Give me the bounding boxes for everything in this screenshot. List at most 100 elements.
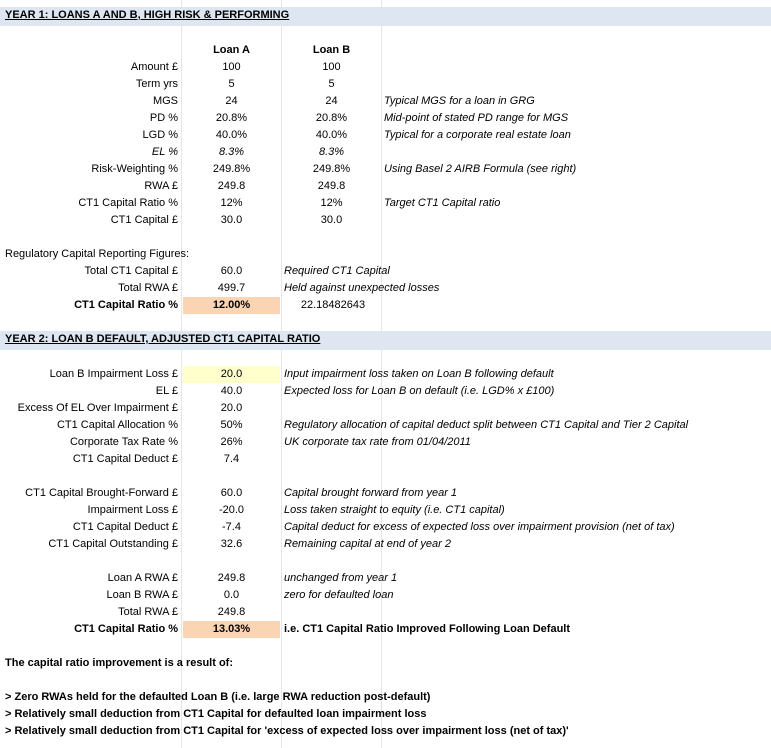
section-2-header: YEAR 2: LOAN B DEFAULT, ADJUSTED CT1 CAP… [0,331,771,350]
table-row: Term yrs 5 5 [0,76,771,93]
row-note: Loss taken straight to equity (i.e. CT1 … [284,504,505,516]
column-headers: Loan A Loan B [0,42,771,59]
row-label: EL % [151,146,178,158]
value-a: 499.7 [217,282,246,294]
value-b: 24 [325,95,338,107]
section-1-header: YEAR 1: LOANS A AND B, HIGH RISK & PERFO… [0,7,771,26]
table-row: Amount £ 100 100 [0,59,771,76]
value-a: 20.0 [220,402,243,414]
summary-heading: The capital ratio improvement is a resul… [5,657,233,669]
value-a: 8.3% [218,146,245,158]
table-row: Total RWA £ 249.8 [0,604,771,621]
value-b: 100 [322,61,341,73]
row-label: CT1 Capital Outstanding £ [48,538,178,550]
row-label: Amount £ [130,61,178,73]
value-a: 50% [220,419,243,431]
row-note: Target CT1 Capital ratio [384,197,501,209]
value-a: 249.8 [217,180,246,192]
row-note: Required CT1 Capital [284,265,390,277]
row-label: Impairment Loss £ [87,504,178,516]
value-a: 249.8 [217,572,246,584]
row-label: CT1 Capital Deduct £ [72,521,178,533]
table-row: CT1 Capital Deduct £ -7.4 Capital deduct f… [0,519,771,536]
value-a: 30.0 [220,214,243,226]
value-a: -20.0 [218,504,245,516]
col-loan-b-header: Loan B [312,44,351,56]
table-row: CT1 Capital Ratio % 12.00% 22.18482643 [0,297,771,314]
table-row: RWA £ 249.8 249.8 [0,178,771,195]
value-a: 60.0 [220,265,243,277]
row-label: CT1 Capital Ratio % [74,299,178,311]
value-b: 249.8% [312,163,351,175]
section-1-title: YEAR 1: LOANS A AND B, HIGH RISK & PERFO… [5,9,290,21]
table-row: CT1 Capital £ 30.0 30.0 [0,212,771,229]
row-note: Typical for a corporate real estate loan [384,129,571,141]
table-row: Loan B RWA £ 0.0 zero for defaulted loan [0,587,771,604]
row-note: unchanged from year 1 [284,572,398,584]
value-a: 0.0 [223,589,240,601]
row-label: CT1 Capital Allocation % [56,419,178,431]
value-a: -7.4 [222,521,241,533]
value-b: 8.3% [318,146,345,158]
table-row: Excess Of EL Over Impairment £ 20.0 [0,400,771,417]
row-label: Term yrs [135,78,178,90]
col-loan-a-header: Loan A [213,44,250,56]
table-row: LGD % 40.0% 40.0% Typical for a corporate r… [0,127,771,144]
value-b: 30.0 [320,214,343,226]
row-label: EL £ [155,385,178,397]
summary-bullet: > Relatively small deduction from CT1 Ca… [5,725,569,737]
row-note: Remaining capital at end of year 2 [284,538,451,550]
table-row: CT1 Capital Ratio % 13.03% i.e. CT1 Capita… [0,621,771,638]
value-a: 249.8% [212,163,251,175]
row-label: MGS [152,95,178,107]
value-b: 20.8% [315,112,348,124]
row-note: Typical MGS for a loan in GRG [384,95,535,107]
row-note: Capital brought forward from year 1 [284,487,458,499]
value-a: 249.8 [217,606,246,618]
summary-bullet: > Zero RWAs held for the defaulted Loan … [5,691,431,703]
row-label: Loan B RWA £ [106,589,178,601]
value-a[interactable]: 20.0 [183,366,280,383]
table-row: Total RWA £ 499.7 Held against unexpected … [0,280,771,297]
value-a: 26% [220,436,243,448]
value-a: 60.0 [220,487,243,499]
value-b: 5 [328,78,335,90]
row-note: Mid-point of stated PD range for MGS [384,112,569,124]
table-row: Corporate Tax Rate % 26% UK corporate tax … [0,434,771,451]
value-a: 100 [222,61,241,73]
value-a: 40.0% [215,129,248,141]
table-row: PD % 20.8% 20.8% Mid-point of stated PD ran… [0,110,771,127]
value-a: 32.6 [220,538,243,550]
table-row: Total CT1 Capital £ 60.0 Required CT1 Capi… [0,263,771,280]
value-b: 249.8 [317,180,346,192]
table-row: CT1 Capital Allocation % 50% Regulatory al… [0,417,771,434]
section-2-title: YEAR 2: LOAN B DEFAULT, ADJUSTED CT1 CAP… [5,333,321,345]
table-row: CT1 Capital Brought-Forward £ 60.0 Capital… [0,485,771,502]
row-note: Regulatory allocation of capital deduct … [284,419,689,431]
row-label: LGD % [142,129,178,141]
value-a: 12% [220,197,243,209]
row-label: CT1 Capital £ [110,214,178,226]
row-label: RWA £ [144,180,178,192]
row-label: Excess Of EL Over Impairment £ [17,402,178,414]
value-a: 5 [228,78,235,90]
row-label: Total RWA £ [118,606,178,618]
row-label: CT1 Capital Ratio % [74,623,178,635]
table-row: Loan A RWA £ 249.8 unchanged from year 1 [0,570,771,587]
row-label: CT1 Capital Ratio % [78,197,178,209]
row-label: Risk-Weighting % [91,163,178,175]
row-note: Using Basel 2 AIRB Formula (see right) [384,163,577,175]
row-label: Corporate Tax Rate % [69,436,178,448]
value-a: 24 [225,95,238,107]
row-note: UK corporate tax rate from 01/04/2011 [284,436,471,448]
value-a: 13.03% [183,621,280,638]
value-b: 12% [320,197,343,209]
row-label: PD % [149,112,178,124]
row-label: Total RWA £ [118,282,178,294]
table-row: CT1 Capital Outstanding £ 32.6 Remaining c… [0,536,771,553]
value-b: 22.18482643 [300,299,366,311]
row-note: Held against unexpected losses [284,282,440,294]
row-note: Input impairment loss taken on Loan B fo… [284,368,554,380]
row-label: Total CT1 Capital £ [84,265,178,277]
summary-bullet: > Relatively small deduction from CT1 Ca… [5,708,427,720]
